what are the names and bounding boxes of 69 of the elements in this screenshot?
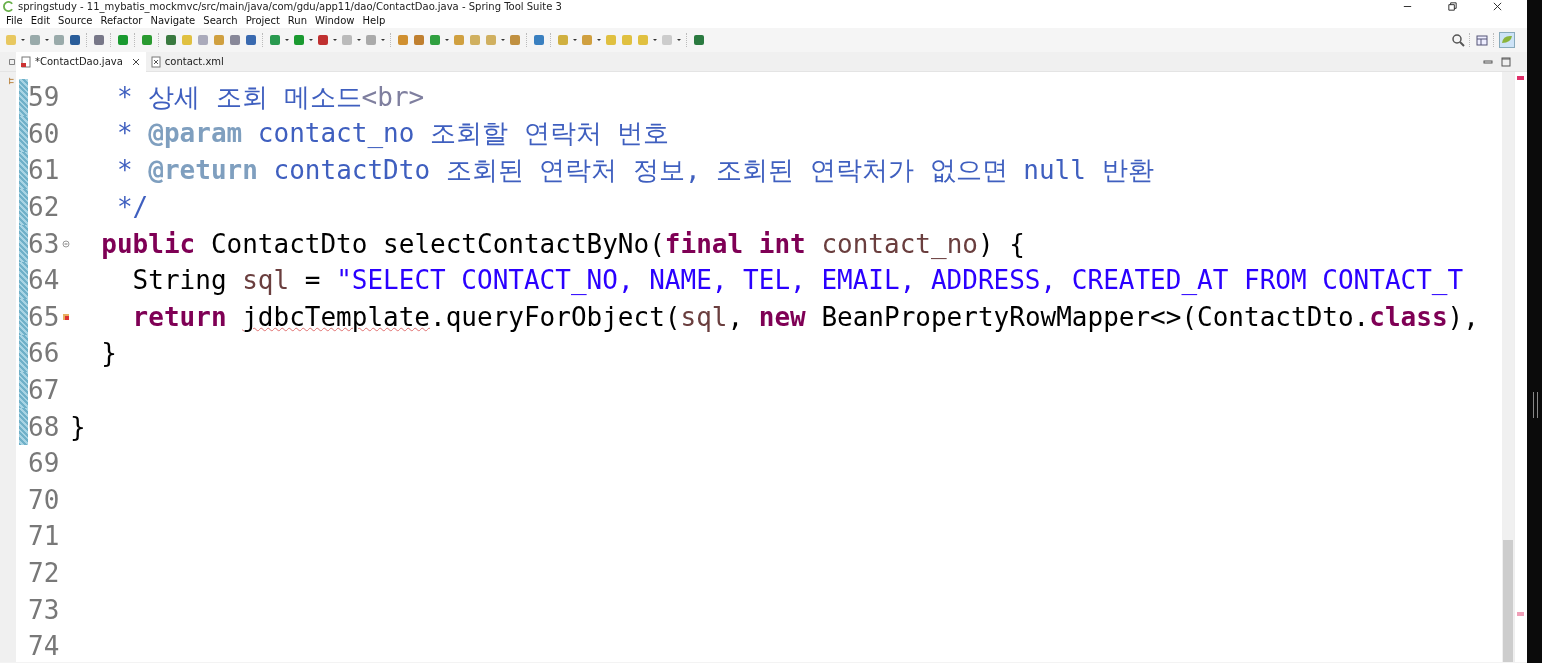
caret-icon[interactable] <box>44 37 50 43</box>
menu-item[interactable]: Edit <box>26 15 55 26</box>
line-number: 59 <box>28 82 61 113</box>
caret-icon[interactable] <box>572 37 578 43</box>
line-number: 70 <box>28 484 61 515</box>
menu-item[interactable]: Help <box>358 15 390 26</box>
app-logo-icon <box>3 1 14 12</box>
line-number: 64 <box>28 265 61 296</box>
line-number: 74 <box>28 631 61 662</box>
code-line: * @return contactDto 조회된 연락처 정보, 조회된 연락처가 없으면 null 반환 <box>115 154 1154 187</box>
caret-icon[interactable] <box>676 37 682 43</box>
line-number: 66 <box>28 338 61 369</box>
error-overview-marker[interactable] <box>1517 612 1524 616</box>
restore-icon[interactable] <box>1447 1 1458 12</box>
line-number: 62 <box>28 192 61 223</box>
editor-tab[interactable]: contact.xml <box>145 51 230 72</box>
caret-icon[interactable] <box>652 37 658 43</box>
menu-item[interactable]: Search <box>199 15 242 26</box>
vertical-scrollbar[interactable] <box>1502 72 1514 662</box>
caret-icon[interactable] <box>332 37 338 43</box>
caret-icon[interactable] <box>308 37 314 43</box>
maximize-icon[interactable] <box>1501 56 1511 67</box>
restore-view-icon[interactable] <box>8 56 16 67</box>
code-line: * @param contact_no 조회할 연락처 번호 <box>115 117 670 151</box>
outline-icon[interactable] <box>8 76 16 86</box>
caret-icon[interactable] <box>596 37 602 43</box>
code-line: } <box>100 338 117 369</box>
resize-grip-icon[interactable] <box>1533 392 1538 418</box>
perspective-icon[interactable] <box>1475 33 1489 47</box>
menu-item[interactable]: Run <box>283 15 312 26</box>
java-file-icon <box>20 55 32 68</box>
line-number: 60 <box>28 118 61 149</box>
menu-item[interactable]: File <box>2 15 27 26</box>
line-number: 65 <box>28 301 61 332</box>
menu-item[interactable]: Source <box>54 15 97 26</box>
code-line: String sql = "SELECT CONTACT_NO, NAME, TEL, EMAIL, ADDRESS, CREATED_AT FROM CONTACT_T <box>131 265 1464 296</box>
caret-icon[interactable] <box>20 37 26 43</box>
fold-icon[interactable] <box>62 239 70 248</box>
line-number: 73 <box>28 594 61 625</box>
line-number: 71 <box>28 521 61 552</box>
line-number: 67 <box>28 375 61 406</box>
menu-item[interactable]: Project <box>241 15 284 26</box>
xml-file-icon <box>149 55 162 68</box>
line-number: 63 <box>28 228 61 259</box>
menu-item[interactable]: Navigate <box>146 15 200 26</box>
leaf-icon[interactable] <box>1499 32 1515 48</box>
error-overview-marker[interactable] <box>1517 76 1524 80</box>
close-icon[interactable] <box>131 57 140 66</box>
code-line: public ContactDto selectContactByNo(final int contact_no) { <box>100 228 1025 259</box>
caret-icon[interactable] <box>444 37 450 43</box>
scrollbar-thumb[interactable] <box>1503 540 1513 662</box>
window-title: springstudy - 11_mybatis_mockmvc/src/main/java/com/gdu/app11/dao/ContactDao.java - Spring Tool Suite 3 <box>18 1 562 12</box>
close-icon[interactable] <box>1492 1 1503 12</box>
search-icon[interactable] <box>1451 33 1465 47</box>
line-number: 68 <box>28 411 61 442</box>
line-number: 69 <box>28 448 61 479</box>
line-number: 61 <box>28 155 61 186</box>
caret-icon[interactable] <box>500 37 506 43</box>
code-line: } <box>70 411 86 442</box>
menu-item[interactable]: Window <box>311 15 359 26</box>
caret-icon[interactable] <box>380 37 386 43</box>
menu-item[interactable]: Refactor <box>96 15 147 26</box>
caret-icon[interactable] <box>284 37 290 43</box>
editor-tab[interactable]: *ContactDao.java <box>16 51 146 72</box>
line-number: 72 <box>28 558 61 588</box>
code-line: return jdbcTemplate.queryForObject(sql, new BeanPropertyRowMapper<>(ContactDto.class), <box>131 301 1479 332</box>
code-line: * 상세 조회 메소드<br> <box>115 80 425 114</box>
caret-icon[interactable] <box>356 37 362 43</box>
code-line: */ <box>115 192 149 223</box>
